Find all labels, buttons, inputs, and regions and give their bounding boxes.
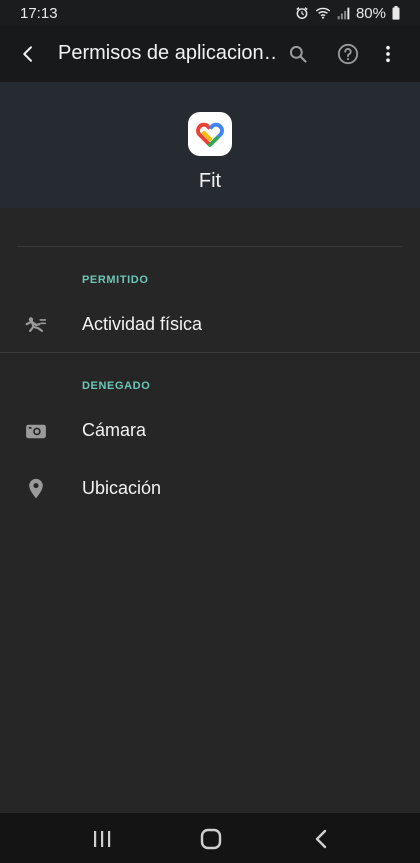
location-pin-icon	[24, 477, 48, 501]
battery-percent: 80%	[355, 4, 386, 22]
google-fit-heart-icon	[188, 112, 232, 156]
permission-label: Cámara	[82, 420, 147, 440]
status-time: 17:13	[20, 4, 58, 22]
section-header-allowed: PERMITIDO	[82, 274, 149, 286]
back-icon	[315, 829, 327, 849]
search-button[interactable]	[284, 40, 312, 68]
more-options-button[interactable]	[374, 40, 402, 68]
more-vert-icon	[386, 45, 390, 63]
camera-icon	[24, 419, 48, 443]
app-header: Fit	[0, 82, 420, 208]
app-bar: Permisos de aplicacion…	[0, 26, 420, 82]
status-icons: 80%	[295, 5, 400, 22]
divider	[17, 246, 402, 247]
recents-icon	[94, 831, 111, 847]
app-name: Fit	[198, 170, 222, 192]
recents-button[interactable]	[88, 825, 116, 853]
permission-item-camera[interactable]: Cámara	[0, 405, 420, 457]
divider	[0, 352, 420, 353]
page-title: Permisos de aplicacion…	[58, 42, 276, 64]
back-arrow-icon	[23, 46, 32, 62]
search-icon	[289, 45, 307, 63]
back-button[interactable]	[14, 40, 42, 68]
permission-item-location[interactable]: Ubicación	[0, 463, 420, 515]
permission-item-physical-activity[interactable]: Actividad física	[0, 299, 420, 351]
home-button[interactable]	[197, 825, 225, 853]
physical-activity-icon	[24, 313, 48, 337]
nav-back-button[interactable]	[307, 825, 335, 853]
home-icon	[200, 828, 222, 850]
help-icon	[337, 43, 359, 65]
wifi-icon	[315, 6, 331, 20]
system-nav-bar	[0, 813, 420, 863]
help-button[interactable]	[334, 40, 362, 68]
permission-label: Ubicación	[82, 478, 162, 498]
signal-icon	[337, 7, 350, 20]
status-bar: 17:13 80%	[0, 0, 420, 26]
section-header-denied: DENEGADO	[82, 380, 151, 392]
battery-icon	[392, 6, 400, 20]
permission-label: Actividad física	[82, 314, 203, 334]
alarm-icon	[295, 6, 309, 20]
